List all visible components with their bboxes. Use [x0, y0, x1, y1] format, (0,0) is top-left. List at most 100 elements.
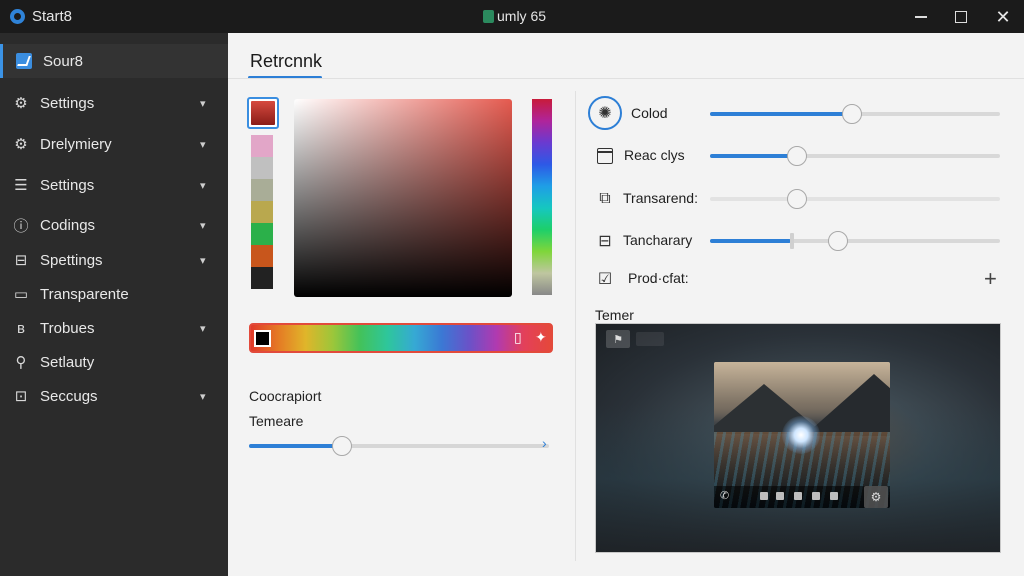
slider-fill	[710, 239, 792, 243]
sidebar-item-trobues[interactable]: ʙ Trobues ▾	[0, 311, 228, 345]
info-circle-icon: ⓘ	[13, 217, 29, 235]
control-button[interactable]	[776, 492, 784, 500]
phone-icon[interactable]: ▯	[514, 329, 522, 346]
color-swatch[interactable]	[251, 179, 273, 201]
sidebar-item-transparente[interactable]: ▭ Transparente	[0, 277, 228, 311]
add-button[interactable]: +	[984, 266, 997, 292]
temeare-slider[interactable]	[249, 436, 549, 456]
page-title: Retrcnnk	[250, 51, 323, 71]
color-swatch[interactable]	[251, 157, 273, 179]
menu-lines-icon: ☰	[14, 177, 28, 194]
gear-icon: ⚙	[14, 95, 28, 112]
phone-icon[interactable]: ✆	[720, 489, 732, 503]
app-logo-icon	[10, 9, 25, 24]
control-button[interactable]	[830, 492, 838, 500]
hue-slider[interactable]	[532, 99, 552, 295]
colod-slider[interactable]	[710, 104, 1000, 124]
transarend-slider[interactable]	[710, 189, 1000, 209]
edit-square-icon	[15, 52, 33, 70]
main-panel: Retrcnnk ▯ ✦ Coocrapiort Temeare › ✺ Col…	[228, 33, 1024, 576]
flag-icon[interactable]: ⚑	[606, 330, 630, 348]
chevron-down-icon: ▾	[200, 322, 206, 335]
slider-thumb[interactable]	[787, 146, 807, 166]
color-swatch[interactable]	[251, 135, 273, 157]
setting-label: Colod	[631, 105, 668, 121]
bluetooth-icon: ʙ	[17, 319, 25, 337]
chevron-down-icon: ▾	[200, 138, 206, 151]
sidebar-item-label: Drelymiery	[40, 135, 112, 153]
chevron-down-icon: ▾	[200, 390, 206, 403]
sidebar-item-sour8[interactable]: Sour8	[0, 44, 228, 78]
control-button[interactable]	[812, 492, 820, 500]
sidebar-item-spettings[interactable]: ⊟ Spettings ▾	[0, 243, 228, 277]
slider-fill	[710, 197, 797, 201]
gear-icon: ⚙	[14, 136, 28, 153]
current-color-chip[interactable]	[254, 330, 271, 347]
close-icon: ✕	[995, 6, 1011, 27]
window-icon: ⊡	[14, 388, 28, 405]
tancharary-slider[interactable]	[710, 231, 1000, 251]
color-swatch[interactable]	[251, 223, 273, 245]
maximize-icon	[955, 11, 967, 23]
reac-clys-slider[interactable]	[710, 146, 1000, 166]
setting-label: Prod·cfat:	[628, 270, 689, 286]
setting-label: Transarend:	[623, 190, 698, 206]
sidebar-item-label: Seccugs	[40, 387, 98, 405]
gear-icon[interactable]: ⚙	[864, 486, 888, 508]
app-name: Start8	[32, 8, 73, 25]
slider-thumb[interactable]	[332, 436, 352, 456]
slider-thumb[interactable]	[828, 231, 848, 251]
setting-label: Tancharary	[623, 232, 693, 248]
chevron-right-icon[interactable]: ›	[542, 435, 547, 451]
slider-thumb[interactable]	[842, 104, 863, 124]
preview-panel: ⚑ ✆ ⚙	[595, 323, 1001, 553]
slider-fill	[710, 112, 853, 116]
chevron-down-icon: ▾	[200, 254, 206, 267]
selected-color-fill	[251, 101, 275, 125]
slider-fill	[710, 154, 797, 158]
chevron-down-icon: ▾	[200, 97, 206, 110]
close-button[interactable]: ✕	[990, 4, 1016, 30]
checkbox-icon[interactable]: ☑	[594, 268, 616, 290]
slider-label: Temeare	[249, 413, 304, 429]
pin-icon: ⚲	[15, 354, 27, 371]
color-spectrum-bar[interactable]: ▯ ✦	[249, 323, 553, 353]
monitor-icon: ⊟	[598, 233, 612, 250]
control-button[interactable]	[794, 492, 802, 500]
setting-label: Reac clys	[624, 147, 685, 163]
sidebar-item-seccugs[interactable]: ⊡ Seccugs ▾	[0, 379, 228, 413]
sparkle-icon[interactable]: ✦	[535, 329, 547, 346]
preview-label: Temer	[595, 307, 634, 323]
color-swatch[interactable]	[251, 267, 273, 289]
sidebar-item-drelymiery[interactable]: ⚙ Drelymiery ▾	[0, 127, 228, 161]
minimize-icon	[915, 16, 927, 18]
swatch-column	[251, 135, 273, 289]
window-title-text: umly 65	[497, 8, 547, 24]
sidebar-item-label: Settings	[40, 94, 95, 112]
layout-icon: ⊟	[14, 252, 28, 269]
window-icon	[594, 145, 616, 167]
video-preview[interactable]: ✆ ⚙	[714, 362, 890, 508]
sidebar-item-label: Settings	[40, 176, 95, 194]
column-divider	[575, 91, 576, 561]
control-button[interactable]	[760, 492, 768, 500]
sidebar-item-setlauty[interactable]: ⚲ Setlauty	[0, 345, 228, 379]
slider-thumb[interactable]	[787, 189, 807, 209]
sidebar-item-settings-2[interactable]: ☰ Settings ▾	[0, 168, 228, 202]
maximize-button[interactable]	[948, 4, 974, 30]
sidebar-item-codings[interactable]: ⓘ Codings ▾	[0, 208, 228, 242]
document-icon	[483, 9, 494, 23]
color-swatch[interactable]	[251, 245, 273, 267]
saturation-value-picker[interactable]	[294, 99, 512, 297]
sidebar-item-label: Trobues	[40, 319, 95, 337]
sidebar-item-label: Transparente	[40, 285, 129, 303]
selected-color-swatch[interactable]	[247, 97, 279, 129]
sidebar-item-settings[interactable]: ⚙ Settings ▾	[0, 86, 228, 120]
video-controls: ✆ ⚙	[714, 486, 890, 508]
minimize-button[interactable]	[908, 4, 934, 30]
copy-window-icon: ⧉	[599, 190, 611, 207]
header-divider	[228, 78, 1024, 79]
sidebar: Sour8 ⚙ Settings ▾ ⚙ Drelymiery ▾ ☰ Sett…	[0, 33, 228, 576]
badge-gear-icon[interactable]: ✺	[588, 96, 622, 130]
color-swatch[interactable]	[251, 201, 273, 223]
